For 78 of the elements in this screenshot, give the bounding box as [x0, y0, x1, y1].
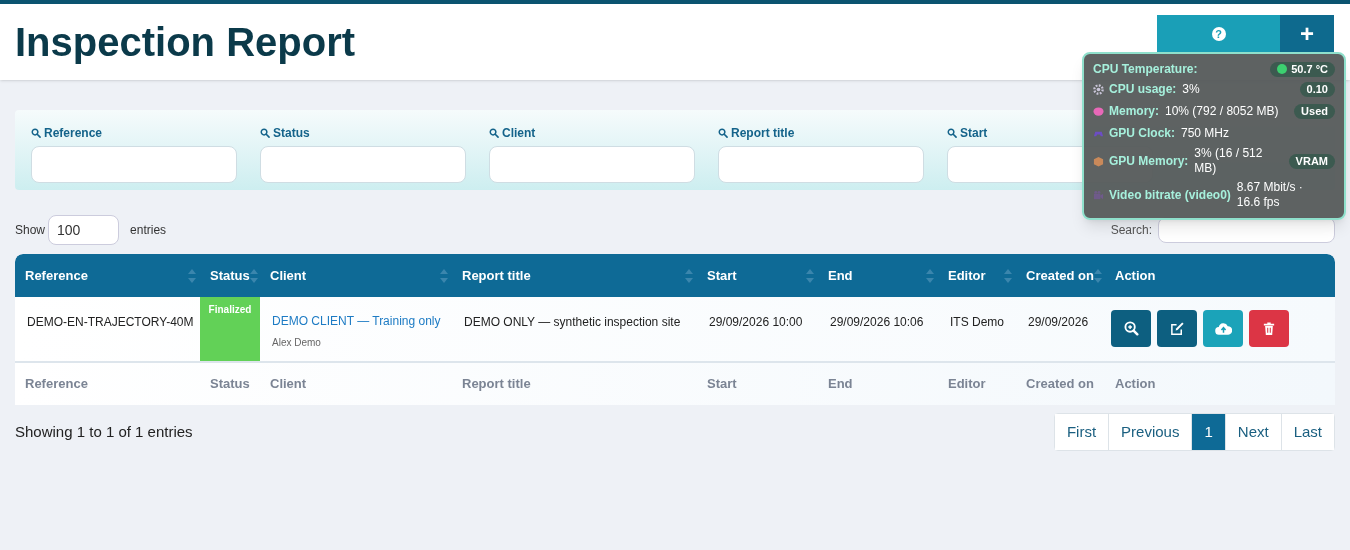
add-button[interactable]: + [1280, 15, 1334, 53]
search-label: Search: [1110, 222, 1152, 239]
entries-field[interactable]: 100 [48, 215, 120, 245]
page-button[interactable]: 1 [1191, 414, 1225, 450]
stat-value: 8.67 Mbit/s · 16.6 fps [1236, 180, 1304, 210]
search-icon [260, 128, 270, 138]
page-title: Inspection Report [15, 22, 356, 62]
column-footer: Client [270, 374, 307, 394]
stat-value: 3% (16 / 512 MB) [1194, 146, 1264, 176]
brain-icon [1093, 105, 1104, 117]
stat-value: 3% [1182, 81, 1200, 98]
temperature-badge: 50.7 °C [1270, 61, 1335, 77]
filter-label: Reference [44, 125, 103, 142]
box-icon [1093, 155, 1104, 167]
column-footer: Reference [25, 374, 88, 394]
stat-label: GPU Clock: [1109, 125, 1175, 142]
trash-icon [1263, 321, 1275, 336]
stat-value: 10% (792 / 8052 MB) [1165, 103, 1279, 120]
stat-value: 750 MHz [1181, 125, 1230, 142]
edit-icon [1169, 321, 1185, 336]
show-label: Show [15, 222, 46, 239]
help-button[interactable]: ? [1157, 15, 1280, 53]
stat-label: CPU Temperature: [1093, 61, 1198, 78]
column-header[interactable]: Created on [1026, 265, 1094, 286]
camera-icon [1093, 189, 1104, 201]
stat-label: Video bitrate (video0) [1109, 187, 1231, 204]
cloud-upload-icon [1214, 321, 1232, 336]
column-header[interactable]: Report title [462, 265, 531, 286]
column-header[interactable]: Reference [25, 265, 88, 286]
zoom-in-icon [1123, 321, 1139, 336]
column-footer: Created on [1026, 374, 1094, 394]
client-contact: Alex Demo [272, 336, 321, 350]
table-cell-text: DEMO-EN-TRAJECTORY-40M [26, 314, 195, 331]
search-icon [489, 128, 499, 138]
table-cell: 29/09/2026 [1028, 315, 1089, 329]
upload-button[interactable] [1203, 310, 1243, 347]
delete-button[interactable] [1249, 310, 1289, 347]
column-footer: End [828, 374, 853, 394]
filter-field[interactable] [31, 146, 237, 183]
client-link[interactable]: DEMO CLIENT — Training only [272, 312, 441, 330]
filter-label: Start [960, 125, 988, 142]
stat-badge: 0.10 [1299, 81, 1335, 97]
filter-field[interactable] [718, 146, 924, 183]
search-icon [31, 128, 41, 138]
table-cell: DEMO ONLY — synthetic inspection site [464, 315, 681, 329]
filter-field[interactable] [489, 146, 695, 183]
table-cell: ITS Demo [950, 315, 1004, 329]
column-header[interactable]: Client [270, 265, 307, 286]
page-button[interactable]: Last [1280, 414, 1334, 450]
stat-badge: VRAM [1288, 153, 1335, 169]
status-cell: Finalized [200, 297, 260, 361]
filter-label: Client [502, 125, 536, 142]
filter-label: Report title [731, 125, 795, 142]
search-icon [718, 128, 728, 138]
table-cell: 29/09/2026 10:00 [709, 315, 803, 329]
column-footer: Editor [948, 374, 986, 394]
stat-badge: Used [1294, 103, 1335, 119]
stat-label: GPU Memory: [1109, 153, 1189, 170]
column-header[interactable]: End [828, 265, 853, 286]
column-header[interactable]: Status [210, 265, 250, 286]
entries-info: Showing 1 to 1 of 1 entries [15, 421, 193, 442]
edit-button[interactable] [1157, 310, 1197, 347]
column-footer: Status [210, 374, 250, 394]
filter-label: Status [273, 125, 310, 142]
entries-label: entries [130, 222, 167, 239]
stat-label: Memory: [1109, 103, 1159, 120]
view-button[interactable] [1111, 310, 1151, 347]
filter-field[interactable] [260, 146, 466, 183]
table-cell: 29/09/2026 10:06 [830, 315, 924, 329]
column-footer: Report title [462, 374, 531, 394]
column-footer: Start [707, 374, 737, 394]
stat-label: CPU usage: [1109, 81, 1177, 98]
column-header[interactable]: Editor [948, 265, 986, 286]
search-icon [947, 128, 957, 138]
column-header[interactable]: Start [707, 265, 737, 286]
column-footer: Action [1115, 374, 1156, 394]
gear-icon [1093, 83, 1104, 95]
column-header[interactable]: Action [1115, 265, 1156, 286]
